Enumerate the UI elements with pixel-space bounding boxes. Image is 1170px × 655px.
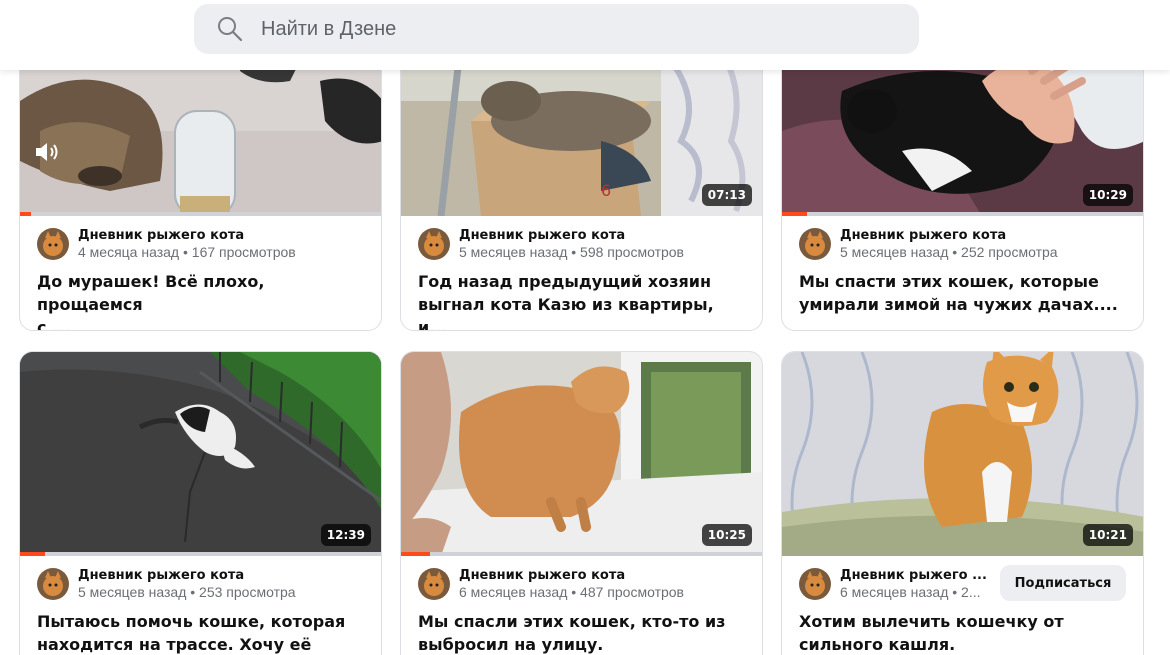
- channel-name[interactable]: Дневник рыжего кота: [78, 567, 296, 584]
- video-duration: 10:29: [1082, 184, 1133, 206]
- video-card[interactable]: 10:21 Дневник рыжего ... 6 месяцев назад…: [781, 351, 1144, 655]
- video-title[interactable]: Мы спасти этих кошек, которые умирали зим…: [799, 270, 1129, 316]
- channel-name[interactable]: Дневник рыжего кота: [840, 227, 1058, 244]
- video-title[interactable]: До мурашек! Всё плохо, прощаемся с ...: [37, 270, 367, 330]
- video-card[interactable]: 12:39 Дневник рыжего кота 5 месяцев наза…: [19, 351, 382, 655]
- video-duration: 07:13: [701, 184, 752, 206]
- card-meta: Дневник рыжего кота 5 месяцев назад • 25…: [37, 566, 296, 602]
- channel-name[interactable]: Дневник рыжего кота: [459, 227, 684, 244]
- channel-name[interactable]: Дневник рыжего кота: [78, 227, 296, 244]
- top-header: [0, 0, 1170, 70]
- avatar[interactable]: [37, 568, 69, 600]
- video-card[interactable]: 10:25 Дневник рыжего кота 6 месяцев наза…: [400, 351, 763, 655]
- progress-bar[interactable]: [782, 212, 1143, 216]
- card-meta: Дневник рыжего кота 5 месяцев назад • 25…: [799, 226, 1058, 262]
- video-stats: 4 месяца назад • 167 просмотров: [78, 244, 296, 260]
- progress-bar[interactable]: [401, 552, 762, 556]
- progress-bar[interactable]: [20, 552, 381, 556]
- video-card[interactable]: Дневник рыжего кота 4 месяца назад • 167…: [19, 40, 382, 331]
- channel-name[interactable]: Дневник рыжего кота: [459, 567, 684, 584]
- search-icon[interactable]: [216, 15, 244, 43]
- video-card[interactable]: 6 07:13 Дневник рыжего кота 5 месяцев на…: [400, 40, 763, 331]
- card-meta: Дневник рыжего кота 4 месяца назад • 167…: [37, 226, 296, 262]
- progress-bar[interactable]: [20, 212, 381, 216]
- avatar[interactable]: [418, 568, 450, 600]
- video-stats: 5 месяцев назад • 252 просмотра: [840, 244, 1058, 260]
- video-feed: Дневник рыжего кота 4 месяца назад • 167…: [0, 0, 1170, 655]
- search-bar[interactable]: [194, 4, 919, 54]
- video-duration: 12:39: [320, 524, 371, 546]
- video-title[interactable]: Мы спасли этих кошек, кто-то из выбросил …: [418, 610, 748, 655]
- card-meta: Дневник рыжего кота 5 месяцев назад • 59…: [418, 226, 684, 262]
- video-card[interactable]: 10:29 Дневник рыжего кота 5 месяцев наза…: [781, 40, 1144, 331]
- channel-name[interactable]: Дневник рыжего ...: [840, 567, 987, 584]
- video-duration: 10:25: [701, 524, 752, 546]
- video-title[interactable]: Пытаюсь помочь кошке, которая находится н…: [37, 610, 367, 655]
- video-stats: 5 месяцев назад • 598 просмотров: [459, 244, 684, 260]
- video-title[interactable]: Хотим вылечить кошечку от сильного кашля.: [799, 610, 1129, 655]
- video-stats: 6 месяцев назад • 487 просмотров: [459, 584, 684, 600]
- subscribe-button[interactable]: Подписаться: [1000, 565, 1126, 601]
- avatar[interactable]: [418, 228, 450, 260]
- video-stats: 5 месяцев назад • 253 просмотра: [78, 584, 296, 600]
- avatar[interactable]: [799, 568, 831, 600]
- avatar[interactable]: [799, 228, 831, 260]
- card-meta: Дневник рыжего ... 6 месяцев назад • 2..…: [799, 566, 987, 602]
- video-title[interactable]: Год назад предыдущий хозяин выгнал кота К…: [418, 270, 748, 330]
- card-meta: Дневник рыжего кота 6 месяцев назад • 48…: [418, 566, 684, 602]
- video-duration: 10:21: [1082, 524, 1133, 546]
- search-input[interactable]: [261, 17, 861, 41]
- speaker-icon[interactable]: [34, 141, 62, 163]
- video-stats: 6 месяцев назад • 2...: [840, 584, 981, 600]
- svg-text:6: 6: [601, 181, 611, 200]
- avatar[interactable]: [37, 228, 69, 260]
